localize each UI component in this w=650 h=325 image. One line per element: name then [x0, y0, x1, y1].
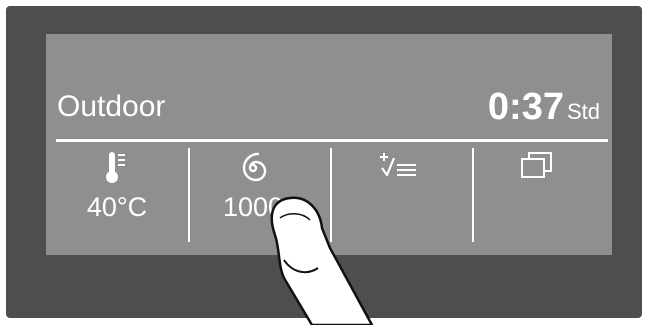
- extras-icon: [380, 153, 416, 177]
- header-divider: [56, 139, 608, 142]
- thermometer-icon: [106, 152, 125, 183]
- remaining-time-unit: Std: [566, 99, 600, 124]
- windows-button[interactable]: [470, 146, 604, 246]
- remaining-time: 0:37 Std: [488, 88, 600, 126]
- temperature-button[interactable]: 40°C: [50, 146, 184, 246]
- windows-icon: [521, 152, 552, 178]
- finger-pointer-icon: [270, 196, 374, 325]
- program-name[interactable]: Outdoor: [57, 92, 165, 122]
- remaining-time-value: 0:37: [487, 86, 564, 128]
- temperature-value: 40°C: [86, 192, 148, 222]
- spin-icon: [242, 152, 267, 182]
